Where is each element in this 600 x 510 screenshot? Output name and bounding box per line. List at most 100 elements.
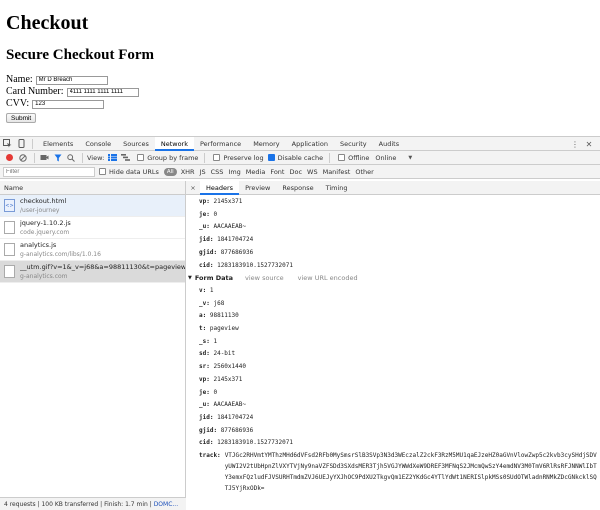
param-key: sd:	[199, 350, 210, 358]
request-name: checkout.html	[20, 196, 67, 205]
chevron-down-icon[interactable]: ▼	[408, 155, 412, 161]
tab-memory[interactable]: Memory	[247, 137, 285, 151]
form-data-section-header[interactable]: ▼ Form Data view source view URL encoded	[186, 272, 600, 285]
field-input[interactable]	[66, 87, 139, 97]
clear-button[interactable]	[17, 152, 28, 164]
param-row: cid: 1283183910.1527732071	[186, 260, 600, 273]
param-row: gjid: 877686936	[186, 425, 600, 438]
status-summary: 4 requests | 100 KB transferred | Finish…	[4, 501, 154, 508]
search-icon	[66, 153, 75, 162]
large-rows-toggle[interactable]	[107, 152, 118, 164]
param-value: pageview	[209, 325, 239, 333]
filter-type-js[interactable]: JS	[200, 168, 206, 176]
param-key: _u:	[199, 223, 210, 231]
request-domain: g-analytics.com/libs/1.0.16	[20, 250, 101, 258]
param-value: j68	[213, 299, 225, 307]
tab-application[interactable]: Application	[286, 137, 334, 151]
filter-type-css[interactable]: CSS	[211, 168, 224, 176]
name-column-header[interactable]: Name	[0, 181, 185, 195]
param-value: 2145x371	[213, 375, 243, 383]
device-toolbar-icon[interactable]	[14, 137, 28, 151]
param-key: _s:	[199, 337, 210, 345]
param-row: _u: AACAAEAB~	[186, 399, 600, 412]
tab-console[interactable]: Console	[79, 137, 117, 151]
tab-security[interactable]: Security	[334, 137, 373, 151]
close-devtools-icon[interactable]: ✕	[582, 137, 596, 151]
param-value: 24-bit	[213, 350, 236, 358]
param-key: cid:	[199, 261, 214, 269]
request-list: Name <> checkout.html/user-journey jquery-…	[0, 181, 186, 510]
filter-type-doc[interactable]: Doc	[289, 168, 302, 176]
camera-icon	[40, 155, 49, 160]
devtools-window-controls: ⋮ ✕	[568, 137, 596, 151]
form-data-params: v: 1 _v: j68 a: 98811130 t: pageview _s: 1 sd…	[186, 285, 600, 450]
close-detail-icon[interactable]: ×	[186, 184, 200, 192]
request-text: analytics.js g-analytics.com/libs/1.0.16	[20, 241, 101, 259]
preserve-log-checkbox[interactable]	[213, 154, 221, 161]
overview-toggle[interactable]	[120, 152, 131, 164]
divider	[34, 152, 35, 163]
filter-type-xhr[interactable]: XHR	[181, 168, 195, 176]
param-row: je: 0	[186, 387, 600, 400]
detail-tab-timing[interactable]: Timing	[320, 181, 354, 195]
submit-button[interactable]: Submit	[6, 113, 37, 123]
filter-button[interactable]	[52, 152, 63, 164]
more-options-icon[interactable]: ⋮	[568, 137, 582, 151]
detail-tab-response[interactable]: Response	[276, 181, 319, 195]
js-file-icon	[4, 221, 15, 234]
param-value: AACAAEAB~	[213, 401, 246, 409]
preserve-log-label: Preserve log	[223, 153, 264, 162]
filter-type-other[interactable]: Other	[355, 168, 373, 176]
disable-cache-checkbox[interactable]	[267, 154, 275, 161]
request-detail: × Headers Preview Response Timing vp: 2145x…	[186, 181, 600, 510]
screenshot-button[interactable]	[39, 152, 50, 164]
detail-tab-preview[interactable]: Preview	[239, 181, 276, 195]
record-button[interactable]	[4, 152, 15, 164]
tab-elements[interactable]: Elements	[37, 137, 79, 151]
request-row[interactable]: __utm.gif?v=1&_v=j68&a=98811130&t=pagevi…	[0, 261, 185, 283]
param-key: cid:	[199, 439, 214, 447]
inspect-element-icon[interactable]	[0, 137, 14, 151]
request-row[interactable]: jquery-1.10.2.js code.jquery.com	[0, 217, 185, 239]
form-row: CVV:	[6, 98, 594, 110]
divider	[329, 152, 331, 163]
search-button[interactable]	[65, 152, 76, 164]
param-row: jid: 1841704724	[186, 234, 600, 247]
detail-tab-headers[interactable]: Headers	[200, 181, 240, 195]
devtools-tabbar: Elements Console Sources Network Performance…	[0, 136, 600, 151]
request-text: __utm.gif?v=1&_v=j68&a=98811130&t=pagevi…	[20, 263, 185, 281]
filter-type-manifest[interactable]: Manifest	[323, 168, 351, 176]
request-domain: g-analytics.com	[20, 272, 68, 280]
group-by-frame-checkbox[interactable]	[137, 154, 145, 161]
tab-audits[interactable]: Audits	[373, 137, 405, 151]
field-input[interactable]	[35, 75, 108, 85]
view-source-link[interactable]: view source	[245, 272, 284, 285]
request-row[interactable]: <> checkout.html/user-journey	[0, 195, 185, 217]
param-key: vp:	[199, 375, 210, 383]
filter-type-ws[interactable]: WS	[307, 168, 318, 176]
filter-type-media[interactable]: Media	[246, 168, 266, 176]
field-input[interactable]	[32, 99, 105, 109]
filter-bar: Hide data URLs All XHR JS CSS Img Media Font D…	[0, 165, 600, 179]
hide-data-urls-checkbox[interactable]	[99, 168, 106, 175]
detail-tabs: × Headers Preview Response Timing	[186, 181, 600, 195]
divider	[32, 138, 33, 149]
param-value: 1283183910.1527732071	[217, 261, 293, 269]
request-row[interactable]: analytics.js g-analytics.com/libs/1.0.16	[0, 239, 185, 261]
filter-type-font[interactable]: Font	[270, 168, 284, 176]
tab-network[interactable]: Network	[154, 136, 194, 151]
throttling-select[interactable]: Online	[375, 154, 396, 162]
domcontentloaded-link[interactable]: DOMC...	[154, 501, 178, 508]
filter-type-img[interactable]: Img	[228, 168, 240, 176]
devtools-tabs: Elements Console Sources Network Performance…	[37, 136, 405, 151]
param-key: _u:	[199, 401, 210, 409]
offline-checkbox[interactable]	[338, 154, 346, 161]
tab-sources[interactable]: Sources	[117, 137, 155, 151]
filter-input[interactable]	[3, 166, 95, 177]
param-value: 0	[213, 210, 218, 218]
view-url-encoded-link[interactable]: view URL encoded	[298, 272, 358, 285]
tab-performance[interactable]: Performance	[194, 137, 247, 151]
filter-all-pill[interactable]: All	[163, 167, 177, 176]
param-key: gjid:	[199, 248, 218, 256]
param-row: _u: AACAAEAB~	[186, 221, 600, 234]
